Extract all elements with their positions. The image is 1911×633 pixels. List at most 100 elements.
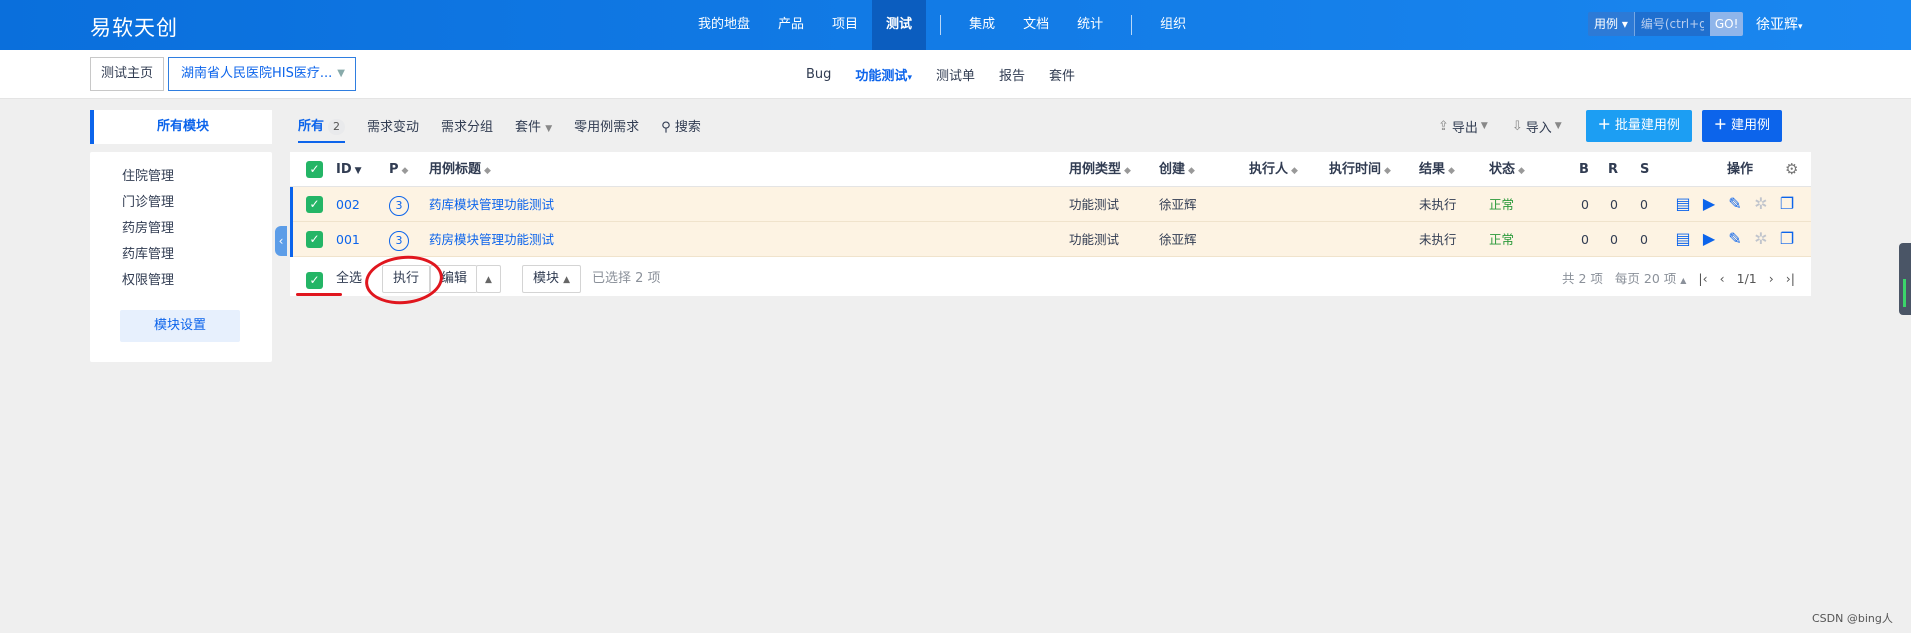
nav-product[interactable]: 产品 [764, 0, 818, 50]
select-all-checkbox[interactable]: ✓ [306, 272, 323, 289]
prev-page-icon[interactable]: ‹ [1720, 265, 1725, 295]
bug-icon[interactable]: ✲ [1751, 229, 1771, 249]
table-row[interactable]: ✓ 001 3 药房模块管理功能测试 功能测试 徐亚辉 未执行 正常 0 0 0… [290, 222, 1811, 257]
side-widget-handle[interactable] [1899, 243, 1911, 315]
search-input[interactable] [1634, 12, 1710, 36]
col-title[interactable]: 用例标题 ◆ [429, 152, 491, 187]
module-item[interactable]: 权限管理 [122, 268, 174, 294]
copy-icon[interactable]: ❐ [1777, 229, 1797, 249]
chevron-down-icon: ▼ [1554, 121, 1562, 131]
edit-icon[interactable]: ✎ [1725, 194, 1745, 214]
col-type[interactable]: 用例类型 ◆ [1069, 152, 1131, 187]
user-menu[interactable]: 徐亚辉▾ [1756, 14, 1803, 34]
import-button[interactable]: ⇩ 导入 ▼ [1512, 117, 1562, 136]
search-go-button[interactable]: GO! [1709, 12, 1744, 36]
brand-logo[interactable]: 易软天创 [90, 12, 178, 42]
export-icon: ⇪ [1438, 118, 1449, 134]
header-checkbox[interactable]: ✓ [306, 161, 323, 178]
bug-icon[interactable]: ✲ [1751, 194, 1771, 214]
total-count: 共 2 项 [1562, 271, 1603, 286]
nav-divider [940, 15, 942, 35]
subnav-functional-test[interactable]: 功能测试▾ [843, 65, 924, 84]
module-item[interactable]: 门诊管理 [122, 190, 174, 216]
subnav-report[interactable]: 报告 [987, 65, 1037, 84]
last-page-icon[interactable]: ›| [1786, 265, 1795, 295]
batch-module-button[interactable]: 模块 ▲ [522, 265, 582, 293]
priority-cell: 3 [389, 187, 409, 222]
results-icon[interactable]: ▤ [1673, 194, 1693, 214]
case-creator: 徐亚辉 [1159, 197, 1197, 212]
case-title-link[interactable]: 药库模块管理功能测试 [429, 187, 554, 222]
first-page-icon[interactable]: |‹ [1698, 265, 1707, 295]
plus-icon: ＋ [1713, 118, 1727, 133]
batch-create-case-button[interactable]: ＋ 批量建用例 [1585, 110, 1692, 142]
tab-zero-case[interactable]: 零用例需求 [574, 116, 639, 135]
plus-icon: ＋ [1597, 118, 1611, 133]
col-priority[interactable]: P ◆ [389, 152, 408, 187]
nav-test[interactable]: 测试 [872, 0, 927, 50]
col-result[interactable]: 结果 ◆ [1419, 152, 1455, 187]
col-exec-time[interactable]: 执行时间 ◆ [1329, 152, 1391, 187]
case-result: 未执行 [1419, 197, 1457, 212]
tab-story-changed[interactable]: 需求变动 [367, 116, 419, 135]
breadcrumb-project-select[interactable]: 湖南省人民医院HIS医疗... ▼ [168, 57, 356, 91]
search-toggle[interactable]: ⚲ 搜索 [661, 116, 701, 135]
chevron-down-icon: ▾ [907, 73, 912, 83]
col-s: S [1640, 162, 1650, 177]
all-modules-header[interactable]: 所有模块 [90, 110, 272, 144]
module-item[interactable]: 药房管理 [122, 216, 174, 242]
next-page-icon[interactable]: › [1769, 265, 1774, 295]
create-case-button[interactable]: ＋ 建用例 [1701, 110, 1783, 142]
nav-doc[interactable]: 文档 [1009, 0, 1063, 50]
case-id[interactable]: 002 [336, 187, 360, 222]
sort-icon: ◆ [1384, 166, 1391, 176]
nav-project[interactable]: 项目 [818, 0, 872, 50]
result-count: 0 [1610, 197, 1618, 212]
row-checkbox[interactable]: ✓ [306, 231, 323, 248]
nav-ci[interactable]: 集成 [955, 0, 1009, 50]
table-row[interactable]: ✓ 002 3 药库模块管理功能测试 功能测试 徐亚辉 未执行 正常 0 0 0… [290, 187, 1811, 222]
case-title-link[interactable]: 药房模块管理功能测试 [429, 222, 554, 257]
tab-suite[interactable]: 套件 ▼ [515, 116, 552, 135]
col-creator[interactable]: 创建 ◆ [1159, 152, 1195, 187]
priority-badge: 3 [389, 230, 409, 251]
subnav-bug[interactable]: Bug [794, 67, 843, 82]
subnav-suite[interactable]: 套件 [1037, 65, 1087, 84]
tab-story-group[interactable]: 需求分组 [441, 116, 493, 135]
nav-stat[interactable]: 统计 [1063, 0, 1117, 50]
results-icon[interactable]: ▤ [1673, 229, 1693, 249]
gear-icon[interactable]: ⚙ [1785, 152, 1798, 187]
copy-icon[interactable]: ❐ [1777, 194, 1797, 214]
run-icon[interactable]: ▶ [1699, 229, 1719, 249]
tab-all[interactable]: 所有 2 [298, 115, 346, 143]
batch-more-button[interactable]: ▲ [476, 265, 501, 293]
main-nav: 我的地盘 产品 项目 测试 集成 文档 统计 组织 [684, 0, 1200, 50]
import-icon: ⇩ [1511, 118, 1523, 134]
col-id[interactable]: ID ▼ [336, 152, 362, 187]
select-all-label[interactable]: 全选 [336, 265, 362, 293]
run-icon[interactable]: ▶ [1699, 194, 1719, 214]
col-executor[interactable]: 执行人 ◆ [1249, 152, 1298, 187]
bug-count: 0 [1581, 232, 1589, 247]
chevron-down-icon: ▼ [545, 123, 553, 134]
breadcrumb-test-home[interactable]: 测试主页 [90, 57, 165, 91]
export-button[interactable]: ⇪ 导出 ▼ [1438, 117, 1488, 136]
nav-my[interactable]: 我的地盘 [684, 0, 764, 50]
search-type-select[interactable]: 用例 ▾ [1588, 12, 1635, 36]
case-table: ✓ ID ▼ P ◆ 用例标题 ◆ 用例类型 ◆ 创建 ◆ 执行人 ◆ 执行时间 ◆ 结果 ◆ … [290, 152, 1811, 296]
col-status[interactable]: 状态 ◆ [1489, 152, 1525, 187]
per-page-select[interactable]: 每页 20 项 ▲ [1615, 265, 1687, 295]
module-item[interactable]: 住院管理 [122, 164, 174, 190]
nav-org[interactable]: 组织 [1146, 0, 1200, 50]
row-checkbox[interactable]: ✓ [306, 196, 323, 213]
module-settings-button[interactable]: 模块设置 [120, 310, 240, 342]
case-id[interactable]: 001 [336, 222, 360, 257]
sidebar-collapse-handle[interactable]: ‹ [275, 226, 287, 256]
chevron-down-icon: ▼ [337, 68, 345, 79]
case-type: 功能测试 [1069, 197, 1120, 212]
edit-icon[interactable]: ✎ [1725, 229, 1745, 249]
selected-count: 已选择 2 项 [592, 271, 661, 286]
module-item[interactable]: 药库管理 [122, 242, 174, 268]
watermark: CSDN @bing人 [1812, 612, 1893, 625]
subnav-testtask[interactable]: 测试单 [924, 65, 987, 84]
